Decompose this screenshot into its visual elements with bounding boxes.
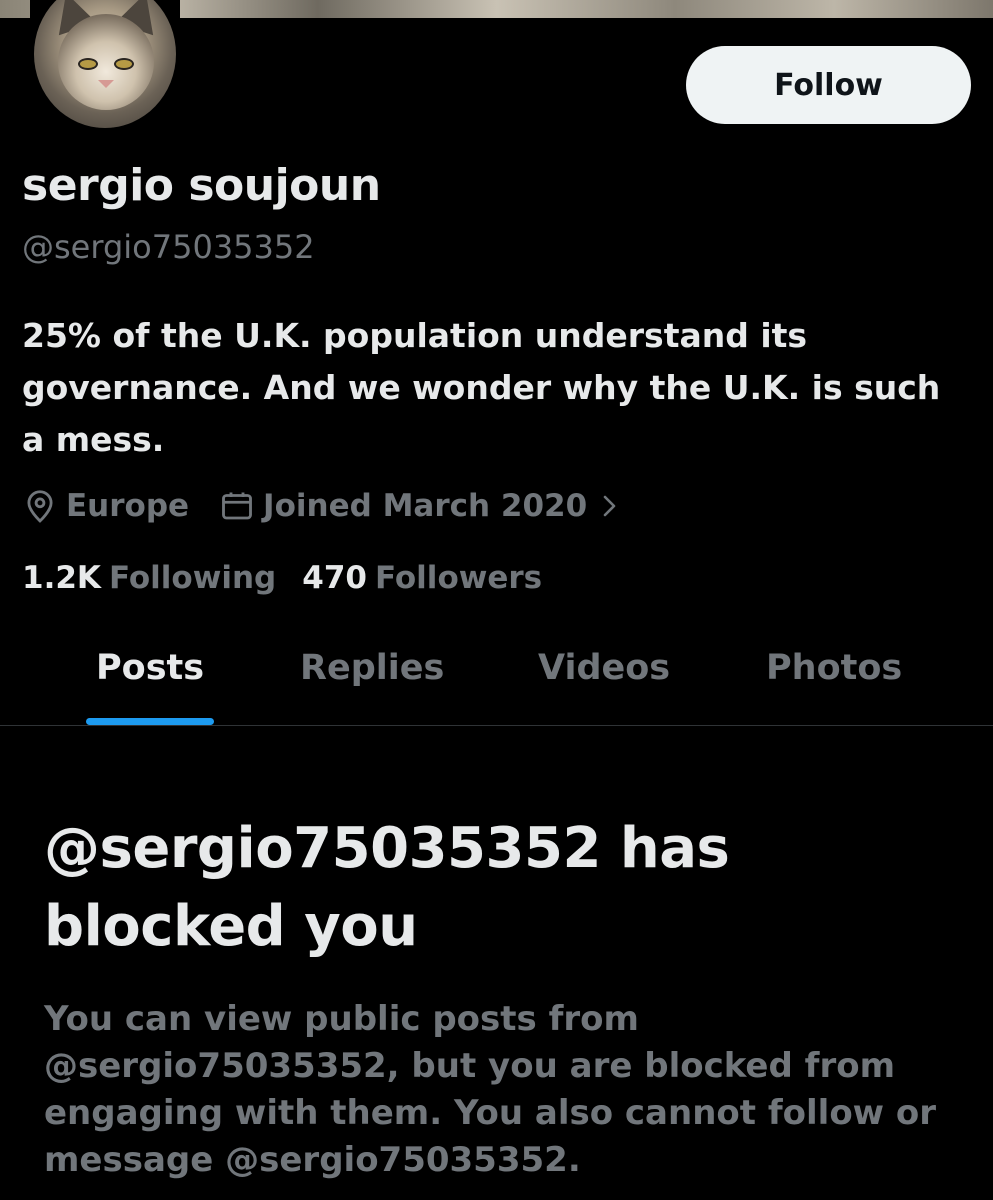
avatar-image (34, 0, 176, 128)
active-tab-indicator (86, 718, 214, 725)
avatar-cat-eye-right (114, 58, 134, 70)
following-stat[interactable]: 1.2K Following (22, 560, 276, 596)
profile-tabs: Posts Replies Videos Photos (0, 630, 993, 726)
avatar-cat-eye-left (78, 58, 98, 70)
follow-button[interactable]: Follow (686, 46, 971, 124)
avatar[interactable] (30, 0, 180, 132)
joined-item[interactable]: Joined March 2020 (219, 488, 629, 524)
followers-stat[interactable]: 470 Followers (302, 560, 542, 596)
calendar-icon (222, 492, 252, 520)
profile-handle: @sergio75035352 (22, 228, 315, 266)
display-name: sergio soujoun (22, 160, 381, 211)
chevron-right-icon[interactable] (599, 491, 629, 521)
blocked-title: @sergio75035352 has blocked you (44, 816, 730, 959)
followers-count: 470 (302, 560, 367, 596)
profile-stats: 1.2K Following 470 Followers (22, 556, 542, 600)
following-count: 1.2K (22, 560, 101, 596)
tab-posts[interactable]: Posts (96, 648, 204, 688)
location-item: Europe (22, 488, 189, 524)
tab-videos[interactable]: Videos (538, 648, 670, 688)
tab-photos[interactable]: Photos (766, 648, 902, 688)
followers-label: Followers (374, 560, 543, 596)
avatar-cat-face (58, 14, 154, 110)
location-label: Europe (66, 488, 190, 524)
avatar-cat-nose (98, 80, 114, 88)
profile-bio: 25% of the U.K. population understand it… (22, 316, 941, 459)
following-label: Following (108, 560, 277, 596)
tab-replies[interactable]: Replies (300, 648, 444, 688)
location-pin-icon (27, 490, 53, 523)
profile-meta: Europe Joined March 2020 (22, 482, 629, 530)
blocked-description: You can view public posts from @sergio75… (44, 999, 937, 1180)
joined-label: Joined March 2020 (263, 488, 588, 524)
